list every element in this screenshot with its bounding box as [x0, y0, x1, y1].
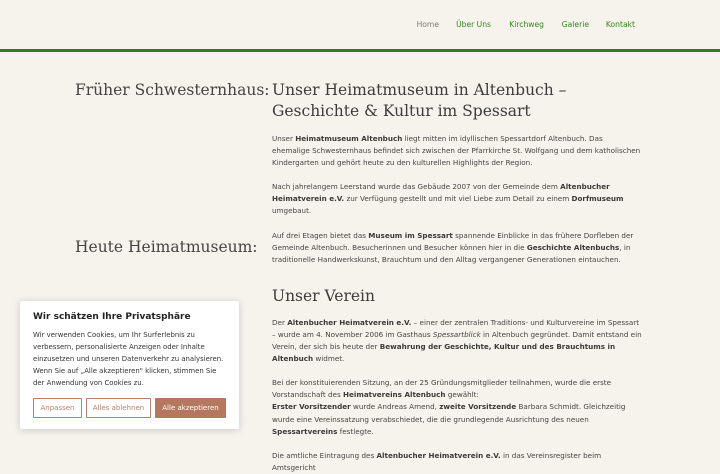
bold-text: Museum im Spessart — [368, 230, 453, 240]
bold-text: Erster Vorsitzender — [272, 402, 351, 412]
club-paragraph-1: Der Altenbucher Heimatverein e.V. – eine… — [272, 317, 642, 365]
nav-kontakt-link[interactable]: Kontakt — [606, 20, 635, 29]
nav-ueber-uns-link[interactable]: Über Uns — [456, 20, 491, 29]
text-run: zur Verfügung gestellt und mit viel Lieb… — [344, 194, 572, 204]
cookie-reject-button[interactable]: Alles ablehnen — [86, 398, 151, 418]
bold-text: Dorfmuseum — [571, 194, 624, 204]
cookie-accept-button[interactable]: Alle akzeptieren — [155, 398, 226, 418]
nav-kirchweg-link[interactable]: Kirchweg — [509, 20, 544, 29]
cookie-customize-button[interactable]: Anpassen — [33, 398, 82, 418]
nav-home-link[interactable]: Home — [417, 20, 439, 29]
sidebar-heading-former: Früher Schwesternhaus: — [75, 81, 270, 99]
museum-section-title: Unser Heimatmuseum in Altenbuch – Geschi… — [272, 81, 567, 120]
nav-galerie-link[interactable]: Galerie — [562, 20, 589, 29]
bold-text: Heimatmuseum Altenbuch — [295, 134, 403, 143]
text-run: widmet. — [313, 354, 345, 364]
text-run: wurde Andreas Amend, — [350, 402, 440, 412]
bold-text: Altenbucher Heimatverein e.V. — [287, 317, 412, 327]
text-run: Unser — [272, 134, 296, 143]
bold-text: Spessartvereins — [272, 426, 338, 436]
text-run: Die amtliche Eintragung des — [272, 450, 377, 460]
cookie-title: Wir schätzen Ihre Privatsphäre — [33, 312, 191, 322]
museum-paragraph-3: Auf drei Etagen bietet das Museum im Spe… — [272, 230, 642, 266]
text-run: umgebaut. — [272, 206, 312, 216]
bold-text: Geschichte Altenbuchs — [526, 242, 620, 252]
club-paragraph-3: Die amtliche Eintragung des Altenbucher … — [272, 450, 642, 474]
cookie-banner: Wir schätzen Ihre Privatsphäre Wir verwe… — [20, 301, 239, 429]
sidebar-heading-today: Heute Heimatmuseum: — [75, 238, 258, 256]
museum-paragraph-1: Unser Heimatmuseum Altenbuch liegt mitte… — [272, 133, 642, 169]
club-paragraph-2: Bei der konstituierenden Sitzung, an der… — [272, 377, 642, 437]
italic-text: Spessartblick — [432, 329, 481, 339]
cookie-text: Wir verwenden Cookies, um Ihr Surferlebn… — [33, 331, 224, 387]
text-run: gewählt: — [445, 390, 479, 400]
bold-text: Altenbucher Heimatverein e.V. — [376, 450, 501, 460]
main-content: Unser Heimatmuseum in Altenbuch – Geschi… — [272, 80, 642, 474]
site-header: Home Über Uns Kirchweg Galerie Kontakt — [0, 0, 720, 49]
header-divider — [0, 49, 720, 52]
text-run: Nach jahrelangem Leerstand wurde das Geb… — [272, 182, 561, 192]
museum-paragraph-2: Nach jahrelangem Leerstand wurde das Geb… — [272, 181, 642, 217]
club-section-title: Unser Verein — [272, 286, 375, 305]
text-run: Der — [272, 317, 288, 327]
bold-text: Heimatvereins Altenbuch — [342, 390, 446, 400]
bold-text: zweite Vorsitzende — [439, 402, 517, 412]
text-run: Auf drei Etagen bietet das — [272, 230, 369, 240]
text-run: festlegte. — [337, 426, 374, 436]
